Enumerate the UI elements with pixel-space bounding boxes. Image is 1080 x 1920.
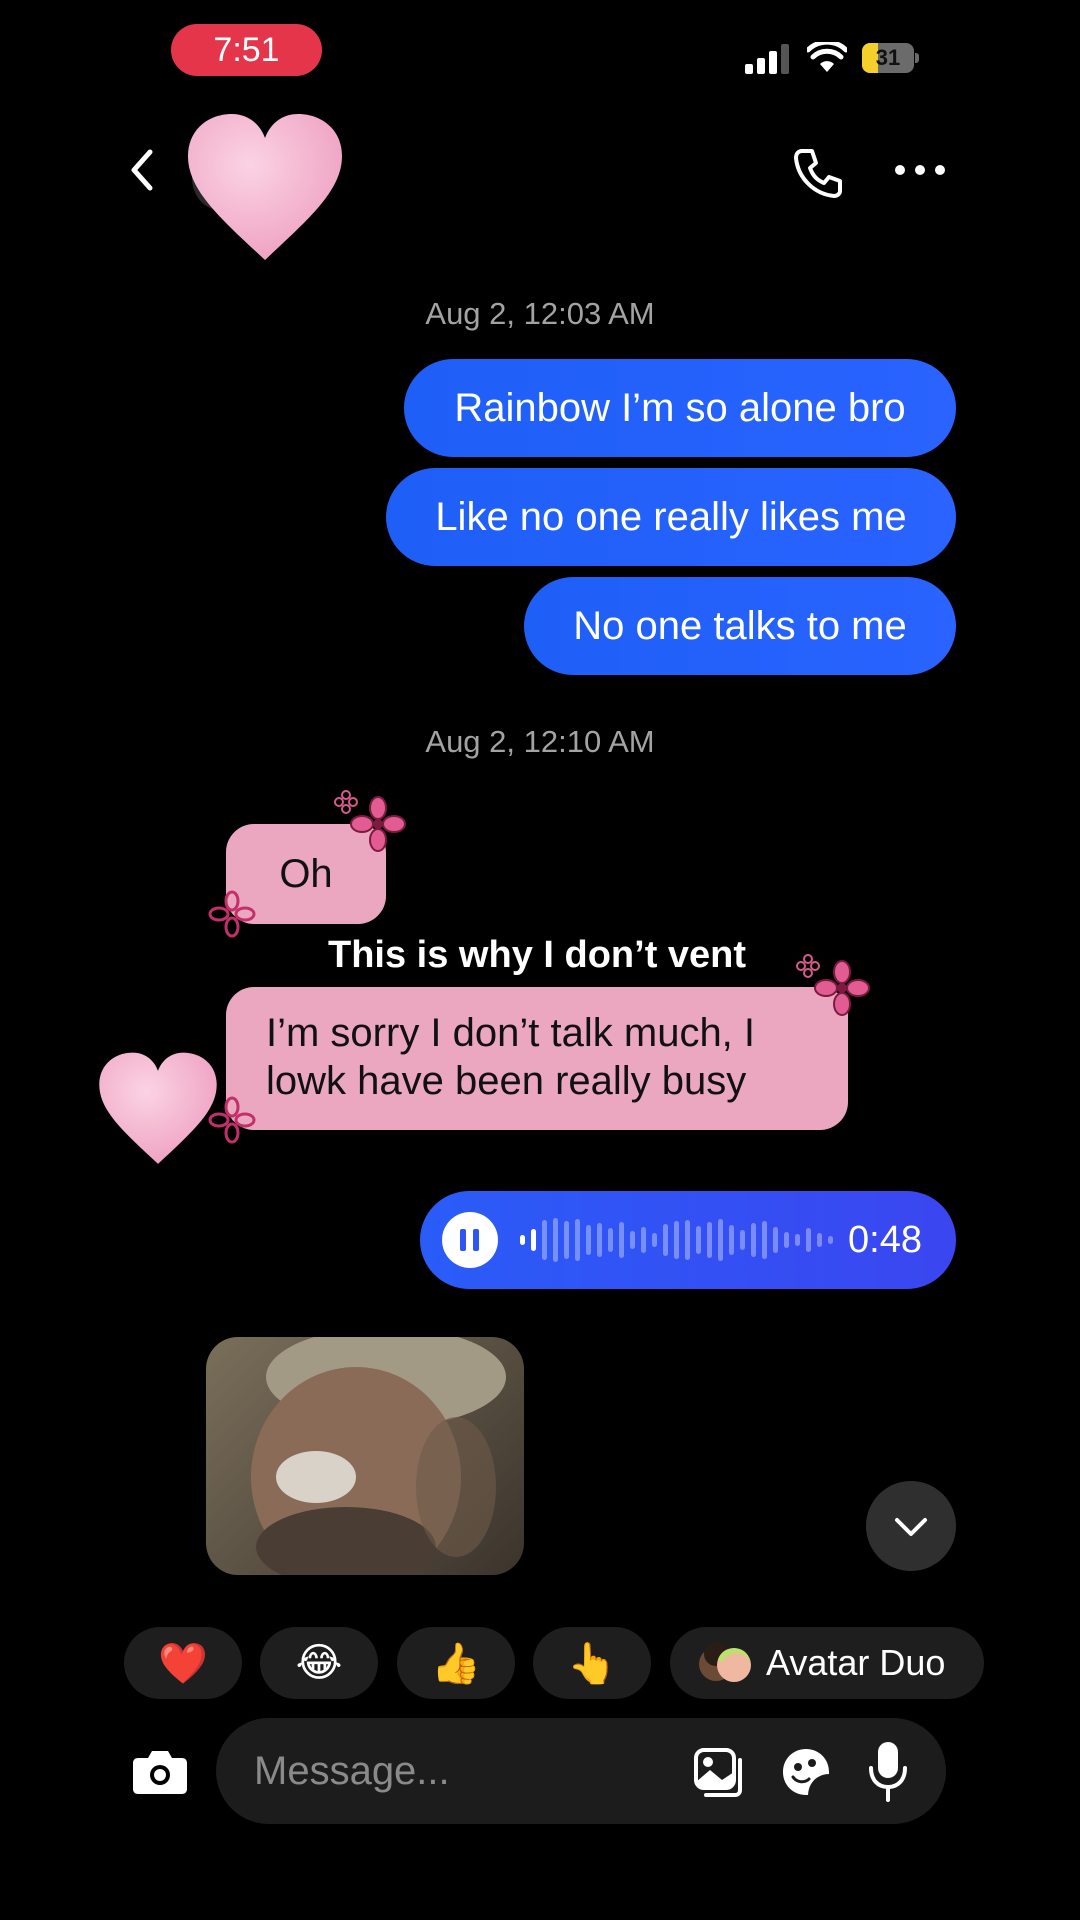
message-input[interactable] (254, 1718, 654, 1824)
more-options-icon[interactable] (895, 150, 945, 190)
wifi-icon (807, 42, 847, 72)
waveform-bar (630, 1231, 635, 1249)
sent-message[interactable]: No one talks to me (524, 577, 956, 675)
cellular-signal-icon (745, 44, 789, 74)
sticker-icon[interactable] (779, 1745, 833, 1799)
video-message-thumbnail[interactable] (206, 1337, 524, 1575)
flower-sticker-icon (208, 890, 256, 938)
waveform-bar (817, 1233, 822, 1247)
flower-sticker-icon (814, 960, 870, 1016)
thumbs-up-emoji-icon: 👍 (431, 1641, 481, 1686)
battery-indicator: 31 (862, 43, 920, 73)
waveform-bar (520, 1235, 525, 1245)
waveform-bar (586, 1225, 591, 1255)
back-icon[interactable] (120, 140, 170, 200)
waveform-bar (641, 1227, 646, 1253)
pause-icon[interactable] (442, 1212, 498, 1268)
waveform-bar (619, 1222, 624, 1258)
waveform-bar (751, 1223, 756, 1257)
waveform-bar (575, 1219, 580, 1261)
flower-sticker-icon (334, 790, 358, 814)
reaction-point-chip[interactable]: 👆 (533, 1627, 651, 1699)
overlay-caption: This is why I don’t vent (328, 934, 747, 976)
waveform-bar (740, 1230, 745, 1250)
laughing-emoji-icon: 😂 (295, 1641, 343, 1685)
waveform-bar (531, 1229, 536, 1251)
avatar-duo-icon (699, 1642, 751, 1682)
phone-call-icon[interactable] (790, 145, 846, 201)
waveform-bar (729, 1225, 734, 1255)
waveform-bar (553, 1218, 558, 1262)
reaction-thumbs-up-chip[interactable]: 👍 (397, 1627, 515, 1699)
message-composer[interactable] (216, 1718, 946, 1824)
waveform-bar (762, 1221, 767, 1259)
battery-level: 31 (875, 45, 901, 70)
contact-avatar-heart[interactable] (180, 108, 350, 268)
waveform-bar (674, 1221, 679, 1259)
waveform-bar (685, 1220, 690, 1260)
waveform-bar (564, 1221, 569, 1259)
waveform-bar (652, 1233, 657, 1247)
microphone-icon[interactable] (868, 1740, 908, 1802)
scroll-to-bottom-button[interactable] (866, 1481, 956, 1571)
sent-message[interactable]: Like no one really likes me (386, 468, 956, 566)
message-line: I’m sorry I don’t talk much, I (266, 1011, 756, 1055)
reaction-heart-chip[interactable]: ❤️ (124, 1627, 242, 1699)
sent-message[interactable]: Rainbow I’m so alone bro (404, 359, 956, 457)
waveform-bar (773, 1227, 778, 1253)
waveform-bar (696, 1226, 701, 1254)
waveform-bar (828, 1236, 833, 1244)
voice-duration: 0:48 (848, 1218, 922, 1261)
voice-message[interactable]: 0:48 (420, 1191, 956, 1289)
avatar-duo-label: Avatar Duo (766, 1642, 946, 1683)
message-line: lowk have been really busy (266, 1059, 747, 1103)
waveform-bar (542, 1220, 547, 1260)
waveform-bar (707, 1222, 712, 1258)
timestamp: Aug 2, 12:10 AM (425, 724, 655, 759)
heart-emoji-icon: ❤️ (158, 1641, 208, 1686)
flower-sticker-icon (796, 954, 820, 978)
waveform-bar (806, 1228, 811, 1252)
gallery-icon[interactable] (692, 1746, 744, 1798)
waveform-bar (608, 1228, 613, 1252)
received-message[interactable]: I’m sorry I don’t talk much, I lowk have… (226, 987, 848, 1130)
waveform-bar (597, 1223, 602, 1257)
audio-waveform[interactable] (520, 1215, 840, 1265)
flower-sticker-icon (350, 796, 406, 852)
laughing-man-video-frame (251, 1337, 506, 1575)
status-time: 7:51 (171, 24, 322, 76)
timestamp: Aug 2, 12:03 AM (425, 296, 655, 331)
waveform-bar (795, 1234, 800, 1246)
avatar-duo-chip[interactable]: Avatar Duo (670, 1627, 984, 1699)
waveform-bar (663, 1224, 668, 1256)
pointing-emoji-icon: 👆 (567, 1641, 617, 1686)
sender-avatar-heart (99, 1052, 217, 1164)
camera-icon[interactable] (130, 1746, 190, 1796)
waveform-bar (784, 1232, 789, 1248)
waveform-bar (718, 1219, 723, 1261)
reaction-laugh-chip[interactable]: 😂 (260, 1627, 378, 1699)
